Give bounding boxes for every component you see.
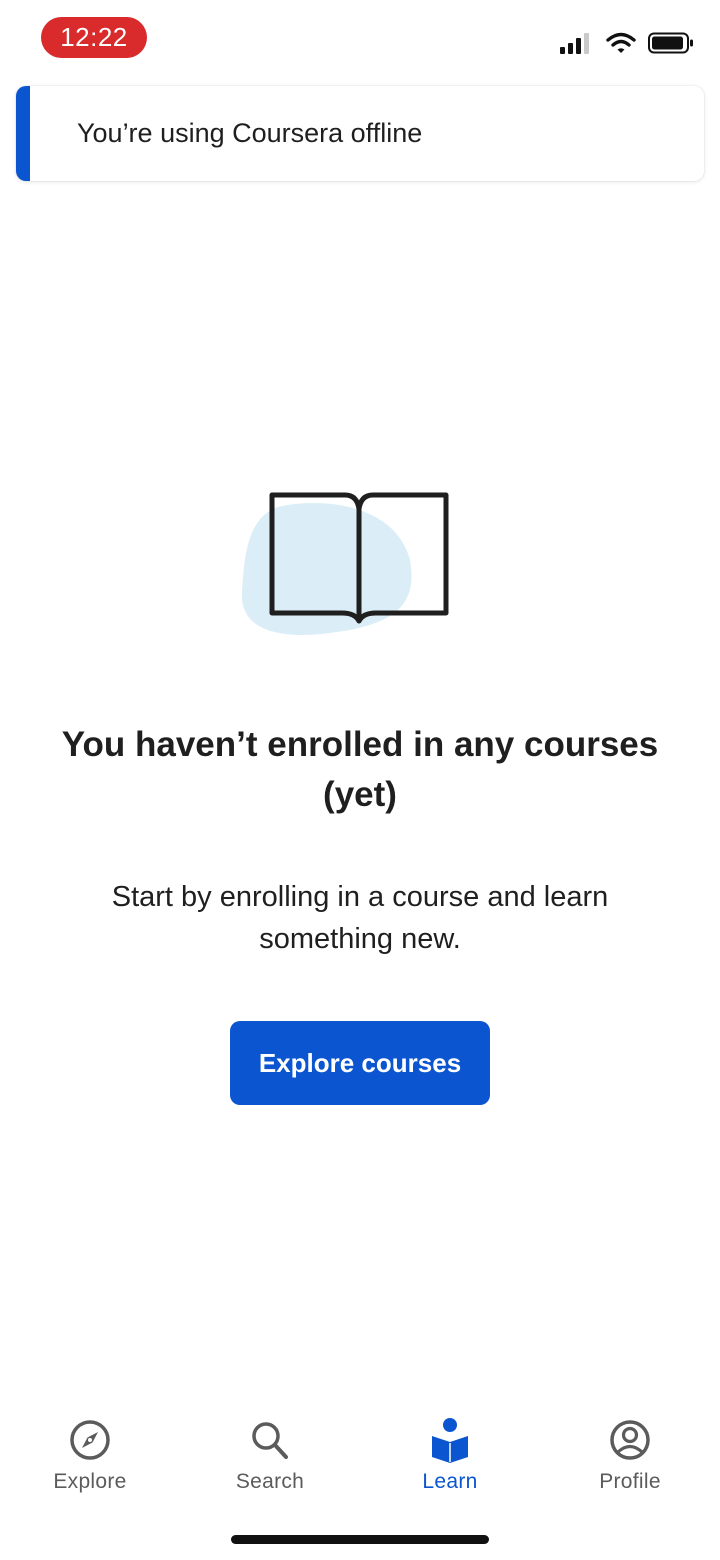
learn-icon bbox=[432, 1418, 468, 1463]
offline-banner-accent bbox=[16, 86, 30, 181]
status-time: 12:22 bbox=[41, 17, 147, 58]
nav-label-profile: Profile bbox=[599, 1470, 661, 1493]
cellular-signal-icon bbox=[560, 33, 589, 54]
status-icons bbox=[560, 28, 694, 58]
nav-label-search: Search bbox=[235, 1470, 305, 1493]
offline-banner: You’re using Coursera offline bbox=[16, 86, 704, 181]
open-book-icon bbox=[241, 492, 449, 636]
empty-state-title: You haven’t enrolled in any courses (yet… bbox=[61, 725, 659, 814]
profile-icon bbox=[610, 1420, 650, 1460]
battery-icon bbox=[648, 32, 693, 54]
explore-courses-button[interactable]: Explore courses bbox=[230, 1021, 490, 1105]
bottom-nav: Explore Search Learn Profile bbox=[0, 1400, 720, 1510]
nav-item-learn[interactable]: Learn bbox=[360, 1416, 540, 1506]
nav-label-explore: Explore bbox=[53, 1470, 127, 1493]
home-indicator bbox=[231, 1535, 489, 1544]
compass-icon bbox=[70, 1420, 110, 1460]
search-icon bbox=[252, 1422, 288, 1459]
nav-item-explore[interactable]: Explore bbox=[0, 1416, 180, 1506]
nav-item-search[interactable]: Search bbox=[180, 1416, 360, 1506]
nav-label-learn: Learn bbox=[422, 1470, 478, 1493]
wifi-icon bbox=[606, 32, 636, 53]
nav-item-profile[interactable]: Profile bbox=[540, 1416, 720, 1506]
offline-banner-message: You’re using Coursera offline bbox=[77, 118, 423, 148]
status-bar: 12:22 bbox=[0, 0, 720, 80]
empty-state-subtitle: Start by enrolling in a course and learn… bbox=[111, 881, 609, 955]
